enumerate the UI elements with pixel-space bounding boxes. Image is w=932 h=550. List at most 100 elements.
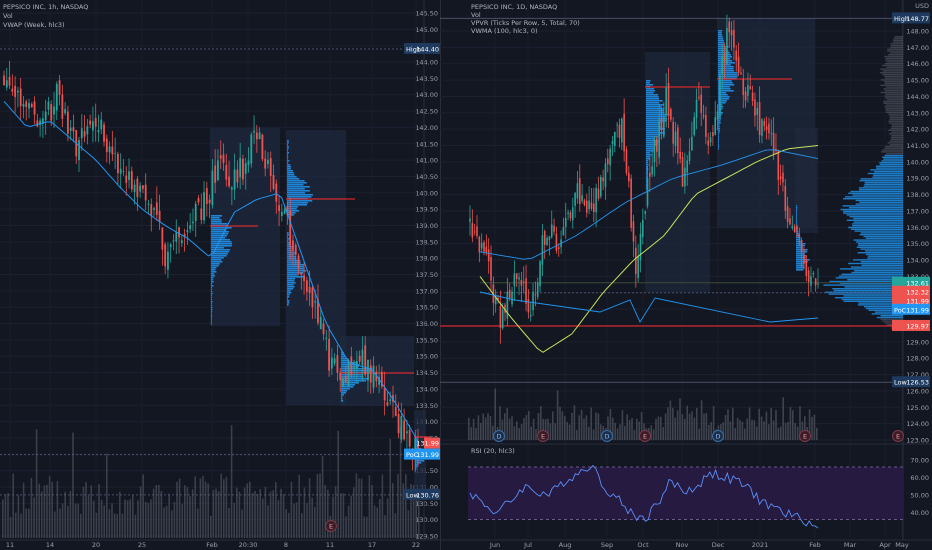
volume-bar [578, 415, 580, 440]
candle-body [369, 365, 372, 383]
profile-bar [796, 207, 798, 209]
candle-body [255, 132, 258, 140]
candle-body [142, 185, 144, 189]
candle-body [367, 359, 369, 381]
candle-body [192, 221, 194, 224]
profile-bar [287, 184, 304, 186]
profile-bar [211, 279, 214, 281]
volume-bar [568, 424, 571, 440]
profile-bar [718, 138, 719, 140]
event-marker[interactable]: D [493, 430, 505, 442]
event-marker[interactable]: E [799, 430, 811, 442]
profile-bar [646, 154, 652, 156]
candle-body [789, 218, 791, 225]
volume-bar [308, 478, 311, 538]
volume-bar [243, 487, 246, 538]
volume-bar [30, 477, 33, 538]
y-tick-label: 145.00 [415, 26, 438, 34]
profile-bar [287, 150, 288, 152]
event-marker[interactable]: E [537, 430, 549, 442]
volume-bar [482, 413, 484, 440]
event-marker[interactable]: E [892, 430, 904, 442]
volume-bar [571, 412, 573, 440]
candle-body [611, 141, 614, 145]
candle-body [175, 232, 178, 242]
event-marker[interactable]: E [639, 430, 651, 442]
profile-bar [211, 241, 232, 243]
candle-body [44, 111, 47, 121]
candle-body [686, 160, 689, 173]
volume-bar [220, 473, 222, 538]
event-marker-text: D [496, 433, 501, 441]
profile-bar [287, 148, 289, 150]
volume-bar [376, 507, 378, 538]
low-badge-value: 126.53 [906, 379, 929, 387]
volume-bar [552, 411, 554, 440]
candle-body [800, 240, 803, 253]
profile-bar [211, 317, 212, 319]
vpvr-bar [886, 66, 903, 68]
volume-bar [777, 427, 780, 440]
candle-body [111, 146, 114, 155]
candle-body [11, 88, 14, 92]
volume-bar [345, 516, 347, 538]
candle-body [555, 233, 558, 251]
event-marker[interactable]: D [712, 430, 724, 442]
vpvr-bar [885, 59, 903, 61]
x-tick-label: Feb [809, 541, 821, 549]
vpvr-bar [863, 235, 903, 238]
profile-bar [646, 102, 659, 104]
profile-bar [211, 283, 212, 285]
y-tick-label: 145.50 [415, 10, 438, 18]
candle-body [791, 226, 794, 228]
vpvr-bar [850, 266, 903, 268]
volume-bar [282, 494, 285, 538]
candle-body [779, 176, 782, 180]
vpvr-bar [884, 154, 903, 157]
vpvr-bar [859, 201, 903, 203]
profile-bar [287, 300, 290, 302]
profile-bar [341, 356, 345, 358]
profile-bar [211, 231, 229, 233]
volume-bar [43, 485, 46, 538]
volume-bar [796, 426, 799, 440]
volume-bar [259, 489, 261, 538]
volume-bar [708, 424, 710, 440]
candle-body [314, 301, 317, 303]
candle-body [97, 130, 100, 133]
volume-bar [628, 419, 631, 440]
candle-body [108, 146, 111, 153]
profile-bar [796, 245, 805, 247]
left-chart-panel[interactable]: 145.50145.00144.50144.00143.50143.00142.… [0, 0, 440, 550]
volume-bar [756, 426, 758, 440]
profile-bar [646, 156, 651, 158]
profile-bar [287, 292, 292, 294]
y-tick-label: 137.00 [415, 287, 438, 295]
profile-bar [718, 118, 722, 120]
y-tick-label: 136.00 [415, 320, 438, 328]
vpvr-bar [890, 52, 903, 54]
event-marker[interactable]: D [601, 430, 613, 442]
profile-bar [796, 219, 797, 221]
profile-bar [211, 297, 213, 299]
vpvr-bar [846, 219, 903, 221]
candle-body [702, 115, 705, 117]
candle-body [515, 273, 518, 279]
candle-body [716, 111, 719, 120]
vpvr-bar [890, 138, 903, 140]
vpvr-bar [891, 126, 903, 128]
vpvr-bar [884, 82, 903, 85]
profile-bar [718, 124, 720, 126]
volume-bar [111, 503, 113, 538]
candle-body [726, 27, 728, 64]
profile-bar [211, 247, 225, 249]
candle-body [630, 178, 632, 228]
profile-bar [287, 156, 289, 158]
profile-bar [287, 238, 290, 240]
earnings-marker[interactable]: E [325, 520, 337, 532]
vpvr-bar [884, 95, 903, 97]
high-badge-value: 144.40 [416, 45, 439, 53]
right-chart-panel[interactable]: USD 148.00 147.00 146.00 145.00 144.00 143.00 1… [440, 0, 932, 550]
event-marker-text: E [541, 433, 545, 441]
profile-bar [796, 265, 805, 267]
